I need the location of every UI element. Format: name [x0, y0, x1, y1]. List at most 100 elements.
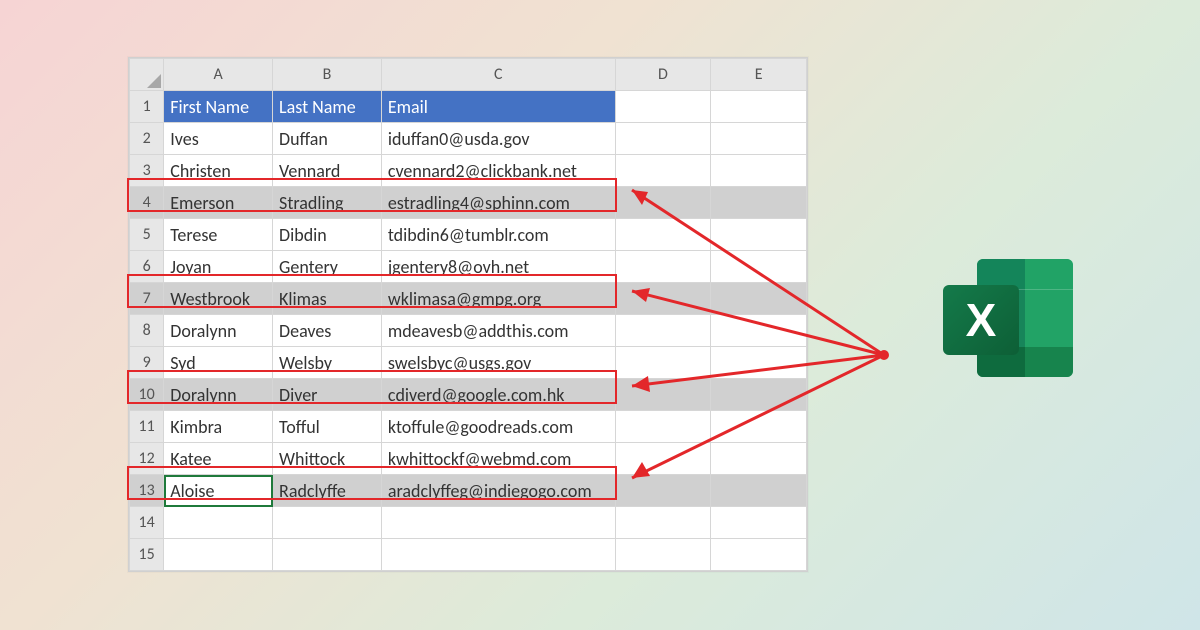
- cell[interactable]: [164, 539, 273, 571]
- cell[interactable]: wklimasa@gmpg.org: [381, 283, 615, 315]
- cell[interactable]: ktoffule@goodreads.com: [381, 411, 615, 443]
- cell[interactable]: Duffan: [273, 123, 382, 155]
- cell[interactable]: [711, 251, 807, 283]
- cell[interactable]: First Name: [164, 91, 273, 123]
- table-row: 7 Westbrook Klimas wklimasa@gmpg.org: [130, 283, 807, 315]
- cell[interactable]: [711, 539, 807, 571]
- cell[interactable]: jgentery8@ovh.net: [381, 251, 615, 283]
- cell[interactable]: Radclyffe: [273, 475, 382, 507]
- cell[interactable]: Westbrook: [164, 283, 273, 315]
- cell[interactable]: [615, 475, 711, 507]
- cell[interactable]: [273, 507, 382, 539]
- col-header-D[interactable]: D: [615, 59, 711, 91]
- cell[interactable]: Katee: [164, 443, 273, 475]
- row-header[interactable]: 3: [130, 155, 164, 187]
- cell[interactable]: Email: [381, 91, 615, 123]
- row-header[interactable]: 7: [130, 283, 164, 315]
- col-header-A[interactable]: A: [164, 59, 273, 91]
- cell[interactable]: [381, 539, 615, 571]
- cell[interactable]: Dibdin: [273, 219, 382, 251]
- cell[interactable]: [711, 91, 807, 123]
- cell[interactable]: Joyan: [164, 251, 273, 283]
- select-all-corner[interactable]: [130, 59, 164, 91]
- cell[interactable]: [615, 347, 711, 379]
- cell[interactable]: Christen: [164, 155, 273, 187]
- cell[interactable]: Diver: [273, 379, 382, 411]
- cell[interactable]: Doralynn: [164, 379, 273, 411]
- cell[interactable]: [711, 507, 807, 539]
- cell[interactable]: [615, 315, 711, 347]
- cell[interactable]: [711, 411, 807, 443]
- cell[interactable]: Tofful: [273, 411, 382, 443]
- table-row: 3 Christen Vennard cvennard2@clickbank.n…: [130, 155, 807, 187]
- table-row: 15: [130, 539, 807, 571]
- cell[interactable]: [711, 155, 807, 187]
- cell[interactable]: [615, 507, 711, 539]
- cell[interactable]: aradclyffeg@indiegogo.com: [381, 475, 615, 507]
- cell[interactable]: Gentery: [273, 251, 382, 283]
- cell[interactable]: [615, 155, 711, 187]
- cell[interactable]: [711, 347, 807, 379]
- cell[interactable]: [711, 187, 807, 219]
- cell[interactable]: tdibdin6@tumblr.com: [381, 219, 615, 251]
- cell[interactable]: [711, 283, 807, 315]
- cell[interactable]: [615, 443, 711, 475]
- cell[interactable]: [711, 379, 807, 411]
- row-header[interactable]: 6: [130, 251, 164, 283]
- cell[interactable]: [615, 283, 711, 315]
- row-header[interactable]: 10: [130, 379, 164, 411]
- cell[interactable]: [381, 507, 615, 539]
- cell[interactable]: Ives: [164, 123, 273, 155]
- row-header[interactable]: 8: [130, 315, 164, 347]
- cell[interactable]: [615, 123, 711, 155]
- cell[interactable]: mdeavesb@addthis.com: [381, 315, 615, 347]
- cell[interactable]: iduffan0@usda.gov: [381, 123, 615, 155]
- cell-active[interactable]: Aloise: [164, 475, 273, 507]
- cell[interactable]: [711, 443, 807, 475]
- cell[interactable]: [615, 379, 711, 411]
- cell[interactable]: Welsby: [273, 347, 382, 379]
- row-header[interactable]: 2: [130, 123, 164, 155]
- cell[interactable]: Vennard: [273, 155, 382, 187]
- row-header[interactable]: 4: [130, 187, 164, 219]
- row-header[interactable]: 5: [130, 219, 164, 251]
- col-header-B[interactable]: B: [273, 59, 382, 91]
- cell[interactable]: [164, 507, 273, 539]
- cell[interactable]: [615, 91, 711, 123]
- cell[interactable]: [615, 187, 711, 219]
- cell[interactable]: Stradling: [273, 187, 382, 219]
- cell[interactable]: [711, 475, 807, 507]
- row-header[interactable]: 11: [130, 411, 164, 443]
- cell[interactable]: [615, 539, 711, 571]
- cell[interactable]: Klimas: [273, 283, 382, 315]
- row-header[interactable]: 14: [130, 507, 164, 539]
- col-header-E[interactable]: E: [711, 59, 807, 91]
- row-header[interactable]: 9: [130, 347, 164, 379]
- spreadsheet-grid[interactable]: A B C D E 1 First Name Last Name Email 2…: [129, 58, 807, 571]
- col-header-C[interactable]: C: [381, 59, 615, 91]
- cell[interactable]: cvennard2@clickbank.net: [381, 155, 615, 187]
- row-header[interactable]: 15: [130, 539, 164, 571]
- cell[interactable]: Terese: [164, 219, 273, 251]
- cell[interactable]: Whittock: [273, 443, 382, 475]
- cell[interactable]: [615, 411, 711, 443]
- cell[interactable]: [273, 539, 382, 571]
- row-header[interactable]: 1: [130, 91, 164, 123]
- cell[interactable]: swelsbyc@usgs.gov: [381, 347, 615, 379]
- cell[interactable]: Deaves: [273, 315, 382, 347]
- cell[interactable]: [615, 219, 711, 251]
- cell[interactable]: [711, 315, 807, 347]
- cell[interactable]: Last Name: [273, 91, 382, 123]
- cell[interactable]: cdiverd@google.com.hk: [381, 379, 615, 411]
- row-header[interactable]: 13: [130, 475, 164, 507]
- cell[interactable]: kwhittockf@webmd.com: [381, 443, 615, 475]
- cell[interactable]: [711, 123, 807, 155]
- cell[interactable]: Emerson: [164, 187, 273, 219]
- cell[interactable]: [615, 251, 711, 283]
- cell[interactable]: estradling4@sphinn.com: [381, 187, 615, 219]
- cell[interactable]: [711, 219, 807, 251]
- row-header[interactable]: 12: [130, 443, 164, 475]
- cell[interactable]: Doralynn: [164, 315, 273, 347]
- cell[interactable]: Syd: [164, 347, 273, 379]
- cell[interactable]: Kimbra: [164, 411, 273, 443]
